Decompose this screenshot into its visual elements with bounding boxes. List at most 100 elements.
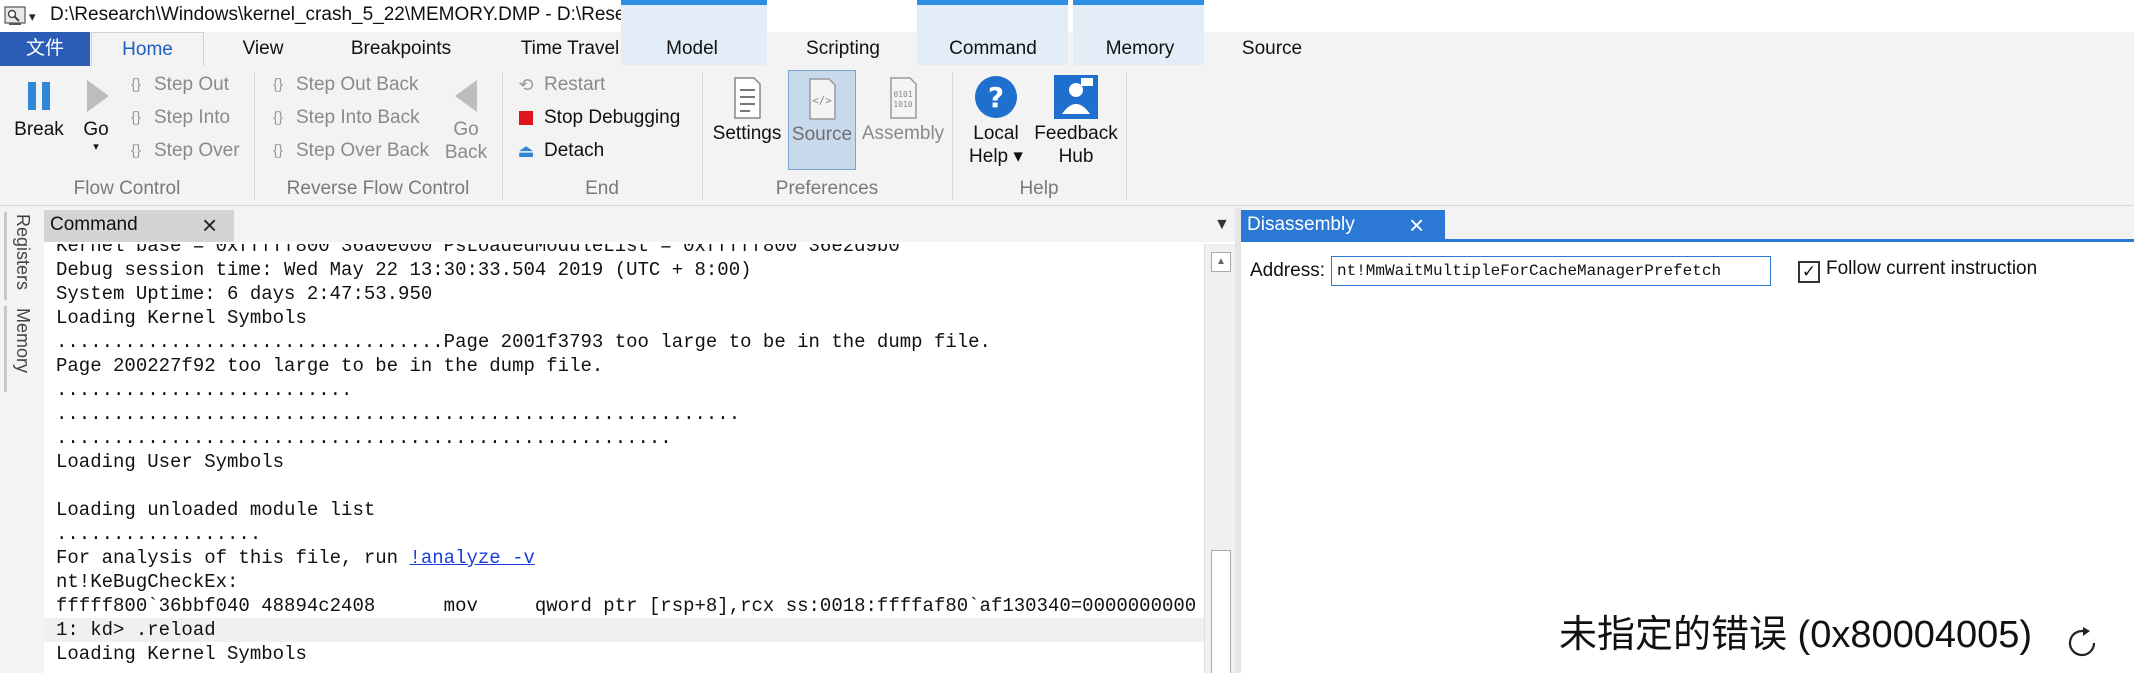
close-icon[interactable]: × xyxy=(202,211,217,239)
feedback-hub-button[interactable]: Feedback Hub xyxy=(1030,74,1122,168)
tab-view[interactable]: View xyxy=(222,32,304,66)
follow-instruction-checkbox[interactable]: ✓ xyxy=(1798,261,1820,283)
step-into-button[interactable]: {} Step Into xyxy=(124,103,230,133)
analyze-link[interactable]: !analyze -v xyxy=(409,547,534,569)
command-tab[interactable]: Command × xyxy=(44,210,234,242)
output-line-analyze: For analysis of this file, run !analyze … xyxy=(56,546,535,570)
source-code-icon: </> xyxy=(809,78,836,120)
system-menu-icon[interactable]: ▾ xyxy=(29,9,36,25)
registers-tab-indicator xyxy=(4,212,7,300)
go-dropdown-icon[interactable]: ▾ xyxy=(74,141,118,153)
source-mode-label: Source xyxy=(791,124,853,145)
ribbon: Break Go ▾ {} Step Out {} Step Into {} Step… xyxy=(0,66,2134,206)
svg-text:1010: 1010 xyxy=(893,100,912,109)
tab-file[interactable]: 文件 xyxy=(0,32,90,66)
memory-tab-indicator xyxy=(4,306,7,392)
step-into-label: Step Into xyxy=(154,107,231,129)
output-line: Loading unloaded module list xyxy=(56,499,376,521)
go-button[interactable]: Go ▾ xyxy=(74,76,118,153)
side-tab-memory[interactable]: Memory xyxy=(12,308,33,373)
eject-icon: ⏏ xyxy=(517,141,535,161)
step-out-back-button[interactable]: {} Step Out Back xyxy=(266,70,419,100)
output-line: ........................................… xyxy=(56,403,741,425)
command-output[interactable]: Kernel base = 0xfffff800`36a0e000 PsLoad… xyxy=(44,244,1204,673)
detach-label: Detach xyxy=(544,140,605,162)
address-label: Address: xyxy=(1250,260,1325,281)
side-tab-registers[interactable]: Registers xyxy=(12,214,33,290)
output-line: fffff800`36bbf040 48894c2408 mov qword p… xyxy=(56,595,1197,617)
step-out-back-icon: {} xyxy=(272,76,284,93)
feedback-hub-label-2: Hub xyxy=(1058,146,1094,167)
step-out-label: Step Out xyxy=(154,74,229,96)
step-over-back-button[interactable]: {} Step Over Back xyxy=(266,136,429,166)
output-line: Debug session time: Wed May 22 13:30:33.… xyxy=(56,259,752,281)
tab-source[interactable]: Source xyxy=(1221,32,1323,66)
address-input[interactable] xyxy=(1331,256,1771,286)
detach-button[interactable]: ⏏ Detach xyxy=(514,136,604,166)
step-over-back-icon: {} xyxy=(272,142,284,159)
restart-button[interactable]: ⟲ Restart xyxy=(514,70,605,100)
tab-time-travel[interactable]: Time Travel xyxy=(500,32,640,66)
break-label: Break xyxy=(14,119,64,140)
refresh-icon[interactable] xyxy=(2064,625,2100,661)
output-line: Loading Kernel Symbols xyxy=(56,307,307,329)
disassembly-pane-header: Disassembly × xyxy=(1241,208,2134,242)
break-button[interactable]: Break xyxy=(10,76,68,141)
ribbon-tab-row: 文件 Home View Breakpoints Time Travel Mod… xyxy=(0,32,2134,67)
window-title: D:\Research\Windows\kernel_crash_5_22\ME… xyxy=(50,4,652,25)
step-into-back-button[interactable]: {} Step Into Back xyxy=(266,103,420,133)
output-line: nt!KeBugCheckEx: xyxy=(56,571,239,593)
tab-memory[interactable]: Memory xyxy=(1083,32,1197,66)
svg-text:0101: 0101 xyxy=(893,90,912,99)
output-line: Page 200227f92 too large to be in the du… xyxy=(56,355,604,377)
scroll-up-icon[interactable]: ▲ xyxy=(1211,252,1231,272)
tab-model[interactable]: Model xyxy=(632,32,752,66)
assembly-icon: 0101 1010 xyxy=(890,77,917,119)
step-into-icon: {} xyxy=(130,109,142,126)
error-message: 未指定的错误 (0x80004005) xyxy=(1559,614,2033,656)
step-over-icon: {} xyxy=(130,142,142,159)
output-line: ..................................Page 2… xyxy=(56,331,991,353)
tab-command[interactable]: Command xyxy=(925,32,1061,66)
output-line: Loading User Symbols xyxy=(56,451,285,473)
step-out-button[interactable]: {} Step Out xyxy=(124,70,229,100)
step-over-button[interactable]: {} Step Over xyxy=(124,136,240,166)
settings-button[interactable]: Settings xyxy=(710,76,784,145)
go-back-icon xyxy=(455,80,477,112)
svg-text:?: ? xyxy=(988,81,1004,114)
output-line: ........................................… xyxy=(56,427,672,449)
tab-scripting[interactable]: Scripting xyxy=(778,32,908,66)
scrollbar-thumb[interactable] xyxy=(1211,550,1231,673)
output-line: Kernel base = 0xfffff800`36a0e000 PsLoad… xyxy=(56,244,900,257)
vertical-scrollbar[interactable]: ▲ xyxy=(1204,244,1235,673)
reverse-flow-control-group-label: Reverse Flow Control xyxy=(286,178,470,199)
tab-breakpoints[interactable]: Breakpoints xyxy=(330,32,472,66)
pane-options-icon[interactable]: ▼ xyxy=(1214,216,1230,234)
source-mode-button[interactable]: </> Source xyxy=(788,70,856,170)
tab-home[interactable]: Home xyxy=(91,32,204,67)
assembly-mode-label: Assembly xyxy=(861,123,945,144)
step-into-back-icon: {} xyxy=(272,109,284,126)
go-back-label-2: Back xyxy=(444,142,488,163)
command-pane-header: Command × ▼ xyxy=(44,208,1235,242)
stop-debugging-button[interactable]: Stop Debugging xyxy=(514,103,680,133)
app-icon[interactable] xyxy=(4,5,26,27)
close-icon[interactable]: × xyxy=(1409,211,1424,239)
output-line: System Uptime: 6 days 2:47:53.950 xyxy=(56,283,433,305)
disassembly-tab[interactable]: Disassembly × xyxy=(1241,210,1445,242)
output-text: For analysis of this file, run xyxy=(56,547,410,569)
settings-label: Settings xyxy=(712,123,782,144)
group-separator xyxy=(1126,72,1127,200)
assembly-mode-button[interactable]: 0101 1010 Assembly xyxy=(860,76,946,145)
go-back-button[interactable]: Go Back xyxy=(440,76,492,164)
step-out-icon: {} xyxy=(130,76,142,93)
local-help-label-1: Local xyxy=(973,123,1019,144)
go-back-label-1: Go xyxy=(453,119,479,140)
follow-instruction-label: Follow current instruction xyxy=(1826,258,2038,279)
local-help-button[interactable]: ? Local Help ▾ xyxy=(964,74,1028,168)
pause-icon xyxy=(28,82,50,110)
disassembly-pane: Disassembly × Address: ✓ Follow current … xyxy=(1241,208,2134,673)
stop-icon xyxy=(514,103,538,133)
stop-debugging-label: Stop Debugging xyxy=(544,107,681,129)
restart-icon: ⟲ xyxy=(518,75,534,95)
